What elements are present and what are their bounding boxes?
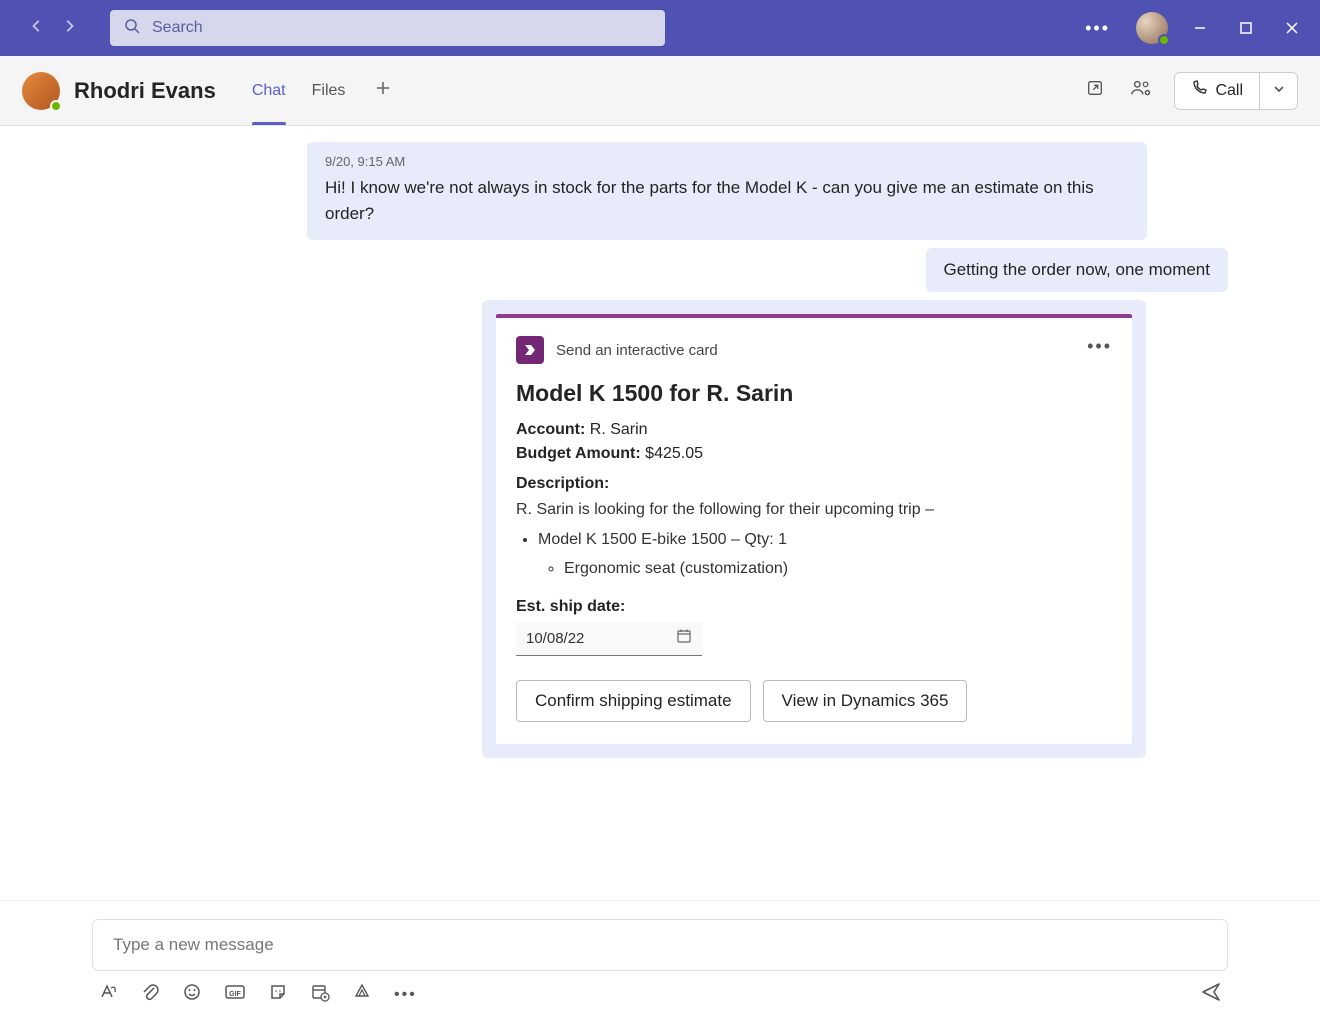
compose-input[interactable] [111,934,1209,956]
ship-date-input[interactable]: 10/08/22 [516,622,702,656]
message-text: Hi! I know we're not always in stock for… [325,175,1129,226]
gif-icon[interactable]: GIF [224,982,246,1007]
card-title: Model K 1500 for R. Sarin [516,380,1112,407]
tab-chat[interactable]: Chat [252,56,286,125]
interactive-card: ••• Send an interactive card Model K 150… [496,314,1132,744]
window-close-icon[interactable] [1278,21,1306,35]
message-text: Getting the order now, one moment [944,260,1211,279]
chat-messages: 9/20, 9:15 AM Hi! I know we're not alway… [0,126,1320,900]
confirm-shipping-button[interactable]: Confirm shipping estimate [516,680,751,722]
call-label: Call [1215,82,1243,100]
nav-forward-icon[interactable] [62,19,76,38]
tab-files[interactable]: Files [312,56,346,125]
phone-icon [1191,80,1207,101]
send-icon[interactable] [1200,981,1222,1008]
presence-available-icon [50,100,62,112]
svg-text:GIF: GIF [229,991,241,998]
compose-box[interactable] [92,919,1228,971]
card-message: ••• Send an interactive card Model K 150… [482,300,1146,758]
schedule-meeting-icon[interactable] [310,982,330,1007]
nav-back-icon[interactable] [30,19,44,38]
card-account-row: Account: R. Sarin [516,421,1112,439]
search-input[interactable] [150,18,651,38]
chevron-down-icon [1273,82,1285,100]
call-dropdown[interactable] [1260,72,1298,110]
search-icon [124,18,140,39]
window-maximize-icon[interactable] [1232,21,1260,35]
attach-icon[interactable] [140,982,160,1007]
current-user-avatar[interactable] [1136,12,1168,44]
call-button[interactable]: Call [1174,72,1260,110]
format-icon[interactable] [98,982,118,1007]
card-budget-row: Budget Amount: $425.05 [516,445,1112,463]
card-more-icon[interactable]: ••• [1087,336,1112,357]
list-item: Model K 1500 E-bike 1500 – Qty: 1 Ergono… [538,527,1112,582]
card-description: R. Sarin is looking for the following fo… [516,497,1112,582]
message-timestamp: 9/20, 9:15 AM [325,154,1129,169]
calendar-icon [676,628,692,648]
message-outgoing: Getting the order now, one moment [926,248,1229,292]
view-dynamics-button[interactable]: View in Dynamics 365 [763,680,968,722]
title-bar: ••• [0,0,1320,56]
ship-date-label: Est. ship date: [516,598,1112,616]
chat-header: Rhodri Evans Chat Files Call [0,56,1320,126]
list-item: Ergonomic seat (customization) [564,556,1112,582]
composer: GIF ••• [0,900,1320,1016]
card-description-label: Description: [516,475,1112,493]
power-automate-icon [516,336,544,364]
sticker-icon[interactable] [268,982,288,1007]
compose-toolbar: GIF ••• [92,971,1228,1008]
title-more-icon[interactable]: ••• [1077,14,1118,43]
contact-avatar[interactable] [22,72,60,110]
presence-available-icon [1158,34,1170,46]
add-people-icon[interactable] [1126,74,1156,107]
stream-icon[interactable] [352,982,372,1007]
card-app-name: Send an interactive card [556,342,718,359]
contact-name: Rhodri Evans [74,78,216,104]
emoji-icon[interactable] [182,982,202,1007]
compose-more-icon[interactable]: ••• [394,986,417,1004]
message-incoming: 9/20, 9:15 AM Hi! I know we're not alway… [307,142,1147,240]
add-tab-icon[interactable] [371,76,395,105]
popout-icon[interactable] [1082,75,1108,106]
ship-date-value: 10/08/22 [526,630,584,647]
search-box[interactable] [110,10,665,46]
window-minimize-icon[interactable] [1186,21,1214,35]
